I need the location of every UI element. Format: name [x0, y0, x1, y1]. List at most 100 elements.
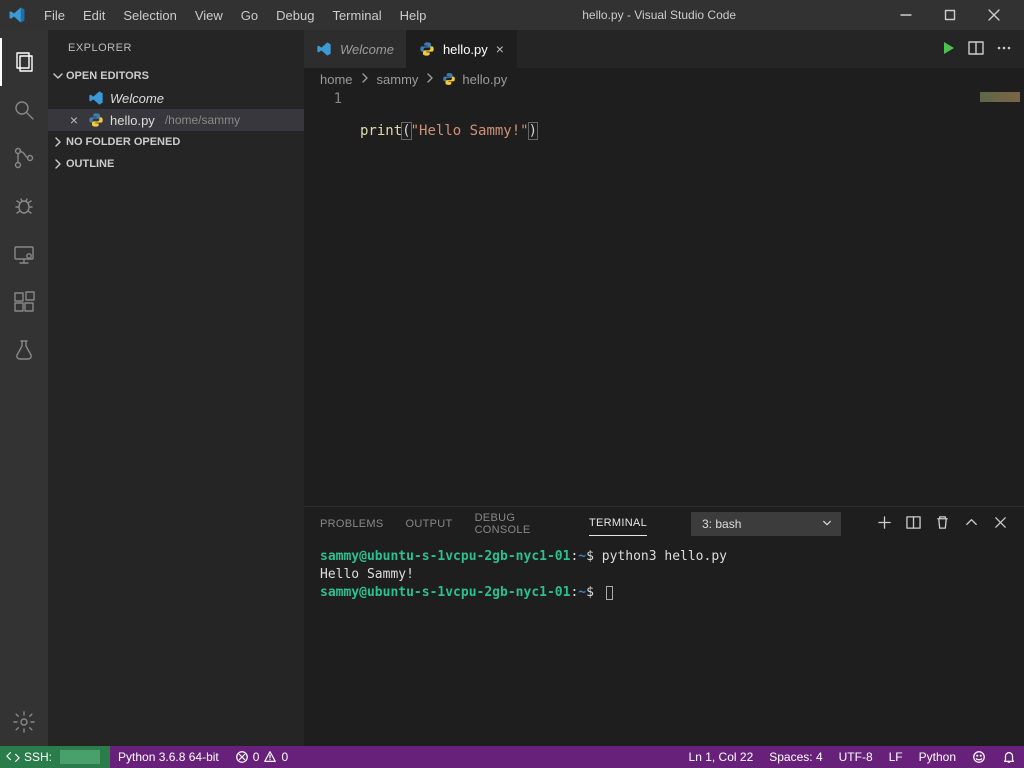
- menu-file[interactable]: File: [36, 6, 73, 25]
- terminal-command-text: python3 hello.py: [602, 549, 727, 564]
- status-problems[interactable]: 0 0: [227, 746, 296, 768]
- activity-source-control[interactable]: [0, 134, 48, 182]
- token-function: print: [360, 123, 402, 139]
- status-notifications[interactable]: [994, 746, 1024, 768]
- activity-explorer[interactable]: [0, 38, 48, 86]
- panel-tab-debug-console[interactable]: DEBUG CONSOLE: [475, 506, 567, 542]
- run-icon[interactable]: [940, 40, 956, 59]
- terminal-path: ~: [578, 585, 586, 600]
- code-editor[interactable]: 1 print("Hello Sammy!"): [304, 90, 1024, 506]
- status-eol[interactable]: LF: [881, 746, 911, 768]
- editor-group: Welcome hello.py × home sammy: [304, 30, 1024, 746]
- panel-actions: [877, 515, 1008, 533]
- titlebar: File Edit Selection View Go Debug Termin…: [0, 0, 1024, 30]
- status-remote[interactable]: SSH:: [0, 746, 110, 768]
- terminal-userhost: sammy@ubuntu-s-1vcpu-2gb-nyc1-01: [320, 585, 570, 600]
- no-folder-header[interactable]: NO FOLDER OPENED: [48, 131, 304, 153]
- window-close-button[interactable]: [972, 0, 1016, 30]
- split-editor-icon[interactable]: [968, 40, 984, 59]
- activity-remote[interactable]: [0, 230, 48, 278]
- minimap[interactable]: [944, 90, 1024, 506]
- new-terminal-icon[interactable]: [877, 515, 892, 533]
- tab-welcome-label: Welcome: [340, 42, 394, 57]
- window-controls: [884, 0, 1016, 30]
- open-editors-header[interactable]: OPEN EDITORS: [48, 65, 304, 87]
- token-paren: ): [528, 122, 538, 140]
- menu-help[interactable]: Help: [392, 6, 435, 25]
- tab-welcome[interactable]: Welcome: [304, 30, 407, 68]
- terminal-body[interactable]: sammy@ubuntu-s-1vcpu-2gb-nyc1-01:~$ pyth…: [304, 540, 1024, 746]
- tab-hello-py[interactable]: hello.py ×: [407, 30, 517, 68]
- breadcrumb-file[interactable]: hello.py: [462, 72, 507, 87]
- activity-bar: [0, 30, 48, 746]
- editor-blank-close: [66, 91, 82, 105]
- window-minimize-button[interactable]: [884, 0, 928, 30]
- close-icon[interactable]: ×: [66, 113, 82, 127]
- panel-tabs: PROBLEMS OUTPUT DEBUG CONSOLE TERMINAL 3…: [304, 507, 1024, 540]
- python-icon: [442, 72, 456, 86]
- line-numbers: 1: [304, 90, 360, 506]
- panel-tab-problems[interactable]: PROBLEMS: [320, 512, 384, 536]
- status-ssh-label: SSH:: [24, 750, 52, 764]
- error-icon: [235, 750, 249, 764]
- activity-search[interactable]: [0, 86, 48, 134]
- window-title: hello.py - Visual Studio Code: [434, 8, 884, 22]
- activity-settings[interactable]: [0, 698, 48, 746]
- terminal-userhost: sammy@ubuntu-s-1vcpu-2gb-nyc1-01: [320, 549, 570, 564]
- chevron-right-icon: [359, 72, 371, 87]
- status-encoding[interactable]: UTF-8: [831, 746, 881, 768]
- sidebar-title: EXPLORER: [48, 30, 304, 65]
- menu-terminal[interactable]: Terminal: [324, 6, 389, 25]
- outline-header[interactable]: OUTLINE: [48, 153, 304, 175]
- open-editor-hello-py[interactable]: × hello.py /home/sammy: [48, 109, 304, 131]
- window-maximize-button[interactable]: [928, 0, 972, 30]
- python-icon: [88, 112, 104, 128]
- open-editor-hello-path: /home/sammy: [165, 113, 240, 127]
- terminal-output: Hello Sammy!: [320, 566, 1008, 584]
- warning-icon: [263, 750, 277, 764]
- status-bar: SSH: Python 3.6.8 64-bit 0 0 Ln 1, Col 2…: [0, 746, 1024, 768]
- bell-icon: [1002, 750, 1016, 764]
- breadcrumb[interactable]: home sammy hello.py: [304, 68, 1024, 90]
- activity-extensions[interactable]: [0, 278, 48, 326]
- menu-view[interactable]: View: [187, 6, 231, 25]
- panel-tab-output[interactable]: OUTPUT: [406, 512, 453, 536]
- terminal-prompt: $: [586, 549, 594, 564]
- status-cursor-position[interactable]: Ln 1, Col 22: [681, 746, 762, 768]
- activity-testing[interactable]: [0, 326, 48, 374]
- tab-close-icon[interactable]: ×: [496, 41, 504, 57]
- chevron-right-icon: [50, 134, 66, 150]
- open-editors-label: OPEN EDITORS: [66, 70, 149, 82]
- terminal-path: ~: [578, 549, 586, 564]
- terminal-prompt: $: [586, 585, 594, 600]
- open-editor-welcome[interactable]: Welcome: [48, 87, 304, 109]
- status-ssh-host: [60, 750, 100, 764]
- panel-tab-terminal[interactable]: TERMINAL: [589, 511, 647, 536]
- chevron-right-icon: [50, 156, 66, 172]
- breadcrumb-part[interactable]: home: [320, 72, 353, 87]
- code-content[interactable]: print("Hello Sammy!"): [360, 90, 537, 506]
- breadcrumb-part[interactable]: sammy: [377, 72, 419, 87]
- tab-hello-label: hello.py: [443, 42, 488, 57]
- terminal-line: sammy@ubuntu-s-1vcpu-2gb-nyc1-01:~$ pyth…: [320, 548, 1008, 566]
- menu-debug[interactable]: Debug: [268, 6, 322, 25]
- status-language[interactable]: Python: [911, 746, 964, 768]
- kill-terminal-icon[interactable]: [935, 515, 950, 533]
- bottom-panel: PROBLEMS OUTPUT DEBUG CONSOLE TERMINAL 3…: [304, 506, 1024, 746]
- menu-edit[interactable]: Edit: [75, 6, 113, 25]
- menu-selection[interactable]: Selection: [115, 6, 184, 25]
- more-icon[interactable]: [996, 40, 1012, 59]
- menu-go[interactable]: Go: [233, 6, 266, 25]
- main-menu: File Edit Selection View Go Debug Termin…: [36, 6, 434, 25]
- panel-close-icon[interactable]: [993, 515, 1008, 533]
- status-warnings-count: 0: [281, 750, 288, 764]
- status-feedback[interactable]: [964, 746, 994, 768]
- sidebar-explorer: EXPLORER OPEN EDITORS Welcome × hello.py…: [48, 30, 304, 746]
- status-indentation[interactable]: Spaces: 4: [761, 746, 830, 768]
- status-python[interactable]: Python 3.6.8 64-bit: [110, 746, 227, 768]
- terminal-cursor: [606, 586, 613, 600]
- activity-debug[interactable]: [0, 182, 48, 230]
- panel-maximize-icon[interactable]: [964, 515, 979, 533]
- terminal-selector[interactable]: 3: bash: [691, 512, 841, 536]
- split-terminal-icon[interactable]: [906, 515, 921, 533]
